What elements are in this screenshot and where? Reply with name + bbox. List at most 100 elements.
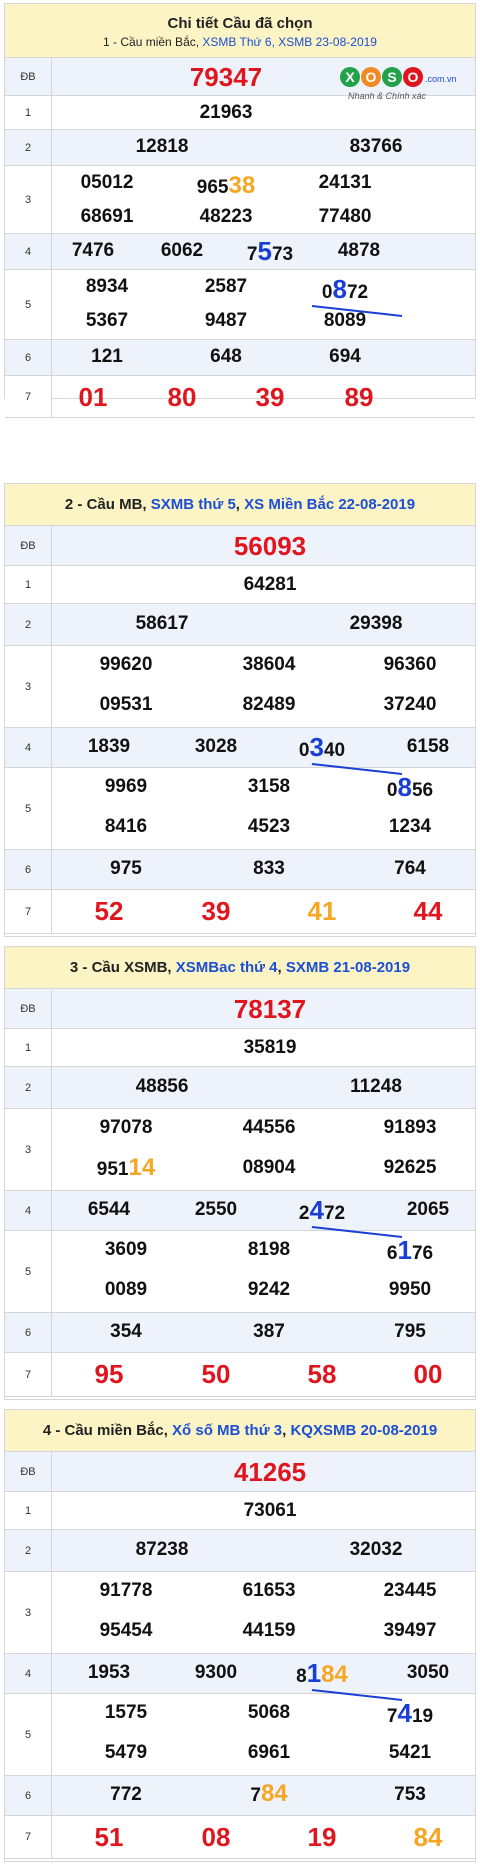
prize-row-db: ĐB 79347 X O S O .com.vn Nhanh & Chính x… [5, 58, 475, 101]
prize-number: 3609 [104, 1239, 148, 1260]
prize-number: 35819 [243, 1037, 297, 1058]
prize-row-2: 2 58617 29398 [5, 604, 475, 646]
prize-number: 44159 [242, 1620, 296, 1641]
title-link[interactable]: Xổ số MB thứ 3 [172, 1422, 282, 1439]
prize-number: 1953 [87, 1662, 131, 1683]
prize-row-1: 1 35819 [5, 1029, 475, 1067]
bridge-section-2: 2 - Cầu MB, SXMB thứ 5, XS Miền Bắc 22-0… [4, 483, 476, 937]
prize-number-highlighted: 8184 [296, 1658, 348, 1688]
prize-row-3: 3 91778 61653 23445 95454 44159 39497 [5, 1572, 475, 1654]
row-label: 5 [5, 768, 52, 849]
row-label: 4 [5, 234, 52, 269]
prize-number: 5479 [104, 1742, 148, 1763]
prize-number: 24131 [318, 172, 372, 193]
prize-number: 87238 [135, 1539, 189, 1560]
svg-text:S: S [387, 69, 396, 85]
prize-number: 52 [94, 896, 124, 926]
row-label: 3 [5, 166, 52, 233]
prize-number: 8934 [85, 276, 129, 297]
prize-number: 9242 [247, 1279, 291, 1300]
prize-number: 772 [110, 1784, 142, 1805]
prize-row-1: 1 21963 [5, 96, 475, 130]
prize-number: 97078 [99, 1117, 153, 1138]
prize-number: 648 [210, 346, 242, 367]
prize-row-4: 4 1839 3028 0340 6158 [5, 728, 475, 768]
row-label: ĐB [5, 58, 52, 95]
prize-number-highlighted: 6176 [386, 1235, 434, 1265]
prize-number: 64281 [243, 574, 297, 595]
row-label: ĐB [5, 526, 52, 565]
section-header: 2 - Cầu MB, SXMB thứ 5, XS Miền Bắc 22-0… [5, 484, 475, 526]
prize-number: 7476 [71, 240, 115, 261]
prize-row-4: 4 1953 9300 8184 3050 [5, 1654, 475, 1694]
title-link[interactable]: SXMB thứ 5 [151, 496, 236, 513]
prize-number: 38604 [242, 654, 296, 675]
prize-number: 29398 [349, 613, 403, 634]
prize-number-highlighted: 2472 [298, 1195, 346, 1225]
prize-number: 77480 [318, 206, 372, 227]
svg-text:X: X [345, 69, 355, 85]
row-label: 7 [5, 1353, 52, 1396]
row-label: 3 [5, 1109, 52, 1190]
prize-number: 48856 [135, 1076, 189, 1097]
prize-row-db: ĐB 78137 [5, 989, 475, 1029]
row-label: 3 [5, 646, 52, 727]
prize-row-1: 1 73061 [5, 1492, 475, 1530]
prize-number: 58617 [135, 613, 189, 634]
prize-row-4: 4 7476 6062 7573 4878 [5, 234, 475, 270]
prize-number: 50 [201, 1359, 231, 1389]
row-label: 4 [5, 1654, 52, 1693]
section-header: Chi tiết Cầu đã chọn 1 - Cầu miền Bắc, X… [5, 4, 475, 58]
prize-number: 5421 [388, 1742, 432, 1763]
prize-number: 44556 [242, 1117, 296, 1138]
prize-row-7: 7 01 80 39 89 [5, 376, 475, 418]
prize-number-highlighted: 7419 [386, 1698, 434, 1728]
prize-number: 0089 [104, 1279, 148, 1300]
prize-number: 05012 [80, 172, 134, 193]
prize-row-5: 5 1575 5068 7419 5479 6961 5421 [5, 1694, 475, 1776]
prize-row-db: ĐB 56093 [5, 526, 475, 566]
prize-number: 89 [344, 382, 374, 412]
prize-row-7: 7 52 39 41 44 [5, 890, 475, 934]
prize-number: 3050 [406, 1662, 450, 1683]
title-link[interactable]: KQXSMB 20-08-2019 [290, 1422, 437, 1439]
prize-number: 5367 [85, 310, 129, 331]
prize-number: 39 [255, 382, 285, 412]
prize-number: 68691 [80, 206, 134, 227]
row-label: 3 [5, 1572, 52, 1653]
prize-number-highlighted: 7573 [246, 236, 294, 266]
prize-number: 39 [201, 896, 231, 926]
special-prize-number: 56093 [233, 531, 307, 561]
title-link[interactable]: XSMBac thứ 4 [176, 959, 278, 976]
row-label: 5 [5, 1231, 52, 1312]
prize-number: 975 [110, 858, 142, 879]
prize-row-5: 5 9969 3158 0856 8416 4523 1234 [5, 768, 475, 850]
prize-number-highlighted: 41 [307, 896, 337, 926]
row-label: 6 [5, 340, 52, 375]
row-label: 2 [5, 1067, 52, 1108]
prize-number: 8416 [104, 816, 148, 837]
prize-number: 9487 [204, 310, 248, 331]
row-label: 1 [5, 566, 52, 603]
prize-number: 2550 [194, 1199, 238, 1220]
row-label: 4 [5, 1191, 52, 1230]
prize-number: 37240 [383, 694, 437, 715]
prize-number: 1575 [104, 1702, 148, 1723]
prize-number: 95454 [99, 1620, 153, 1641]
row-label: ĐB [5, 1452, 52, 1491]
title-link[interactable]: SXMB 21-08-2019 [286, 959, 410, 976]
prize-number-highlighted: 0340 [298, 732, 346, 762]
prize-number: 23445 [383, 1580, 437, 1601]
row-label: 7 [5, 376, 52, 417]
row-label: 6 [5, 850, 52, 889]
prize-row-1: 1 64281 [5, 566, 475, 604]
row-label: 7 [5, 1816, 52, 1858]
subtitle-link[interactable]: XSMB Thứ 6, XSMB 23-08-2019 [202, 35, 377, 49]
prize-number: 2587 [204, 276, 248, 297]
title-link[interactable]: XS Miền Bắc 22-08-2019 [244, 496, 415, 513]
row-label: 2 [5, 604, 52, 645]
prize-number: 08904 [242, 1157, 296, 1178]
prize-number: 82489 [242, 694, 296, 715]
svg-text:O: O [366, 69, 377, 85]
prize-number: 387 [253, 1321, 285, 1342]
